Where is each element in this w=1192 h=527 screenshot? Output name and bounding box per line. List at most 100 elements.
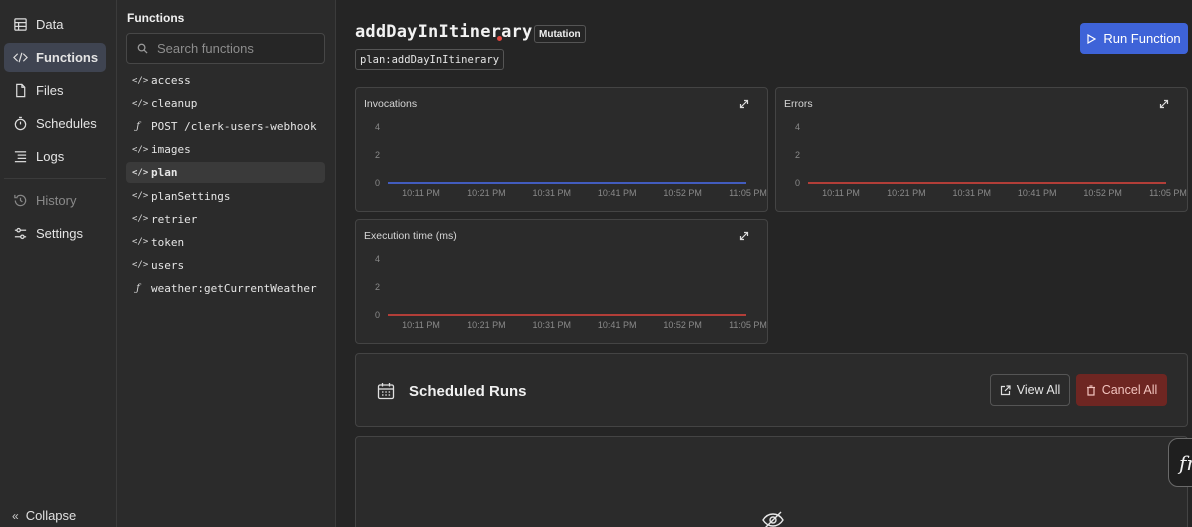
function-list-item[interactable]: ƒ weather:getCurrentWeather <box>126 278 325 299</box>
x-tick-label: 10:11 PM <box>402 320 440 330</box>
function-list-item-label: weather:getCurrentWeather <box>151 281 317 295</box>
nav-item-settings[interactable]: Settings <box>4 219 106 248</box>
sliders-icon <box>14 227 27 240</box>
y-tick-label: 4 <box>795 122 800 132</box>
code-icon: </> <box>132 167 149 178</box>
nav-item-files[interactable]: Files <box>4 76 106 105</box>
list-icon <box>14 151 27 163</box>
x-tick-label: 11:05 PM <box>729 188 767 198</box>
nav-item-label: Data <box>36 17 64 32</box>
functions-panel: Functions </>access</>cleanupƒPOST /cler… <box>117 0 336 527</box>
function-list-item[interactable]: </> plan <box>126 162 325 184</box>
function-list-item[interactable]: ƒ POST /clerk-users-webhook <box>126 116 325 137</box>
function-list-item[interactable]: </> cleanup <box>126 93 325 114</box>
function-list-item-label: images <box>151 143 191 157</box>
trash-icon <box>1086 384 1095 396</box>
function-name: addDayInItinerary <box>355 22 533 42</box>
run-function-label: Run Function <box>1103 31 1181 46</box>
errors-chart: 0 2 4 10:11 PM 10:21 PM 10:31 PM 10:41 PM 10:52… <box>795 122 1187 198</box>
x-tick-label: 10:41 PM <box>1018 188 1057 198</box>
function-list-item[interactable]: </> token <box>126 232 325 253</box>
y-tick-label: 4 <box>375 122 380 132</box>
function-list-item-label: POST /clerk-users-webhook <box>151 120 317 134</box>
expand-icon[interactable] <box>739 231 749 241</box>
history-icon <box>14 194 27 207</box>
x-tick-label: 10:21 PM <box>467 320 506 330</box>
code-icon: </> <box>132 237 149 248</box>
function-type-badge: Mutation <box>534 25 586 43</box>
nav-item-label: Logs <box>36 149 65 164</box>
y-tick-label: 0 <box>375 178 380 188</box>
x-tick-label: 10:52 PM <box>1083 188 1122 198</box>
x-tick-label: 10:11 PM <box>822 188 860 198</box>
nav-item-data[interactable]: Data <box>4 10 106 39</box>
expand-icon[interactable] <box>1159 99 1169 109</box>
cancel-all-button[interactable]: Cancel All <box>1076 374 1167 406</box>
function-list-item-label: token <box>151 235 185 249</box>
sidebar-nav: Data Functions Files Schedules Logs Hist… <box>0 0 117 527</box>
x-tick-label: 10:41 PM <box>598 320 637 330</box>
nav-item-history[interactable]: History <box>4 186 106 215</box>
file-icon <box>16 83 26 98</box>
search-box[interactable] <box>126 33 325 64</box>
view-all-label: View All <box>1016 383 1061 397</box>
function-list-item-label: users <box>151 258 185 272</box>
function-list-item[interactable]: </> retrier <box>126 209 325 230</box>
function-list-item-label: access <box>151 74 191 87</box>
nav-item-label: Schedules <box>36 116 97 131</box>
function-list-item-label: retrier <box>151 212 198 226</box>
y-tick-label: 2 <box>375 282 380 292</box>
x-tick-label: 10:21 PM <box>887 188 926 198</box>
nav-item-label: Settings <box>36 226 83 241</box>
collapse-label: Collapse <box>25 508 77 523</box>
scheduled-runs-card: Scheduled Runs View All Cancel All <box>355 353 1188 427</box>
function-list-item[interactable]: </> users <box>126 255 325 276</box>
x-tick-label: 10:52 PM <box>663 320 702 330</box>
cancel-all-label: Cancel All <box>1101 383 1158 397</box>
code-icon: </> <box>132 214 149 225</box>
code-icon: </> <box>132 144 149 155</box>
eye-off-icon <box>762 511 784 527</box>
table-icon <box>14 18 27 31</box>
scheduled-runs-title: Scheduled Runs <box>409 383 527 400</box>
collapse-button[interactable]: « Collapse <box>12 508 76 523</box>
code-icon: </> <box>132 191 149 201</box>
calendar-icon <box>377 383 395 400</box>
x-tick-label: 10:21 PM <box>467 188 506 198</box>
x-tick-label: 10:31 PM <box>533 320 572 330</box>
nav-item-label: Functions <box>36 50 99 65</box>
invocations-chart: 0 2 4 10:11 PM 10:21 PM 10:31 PM 10:41 PM 10:52… <box>375 122 767 198</box>
y-tick-label: 2 <box>795 150 800 160</box>
code-icon: </> <box>132 75 149 86</box>
search-input[interactable] <box>157 41 317 56</box>
y-tick-label: 0 <box>795 178 800 188</box>
code-icon <box>13 52 28 63</box>
nav-item-functions[interactable]: Functions <box>4 43 106 72</box>
x-tick-label: 10:11 PM <box>402 188 440 198</box>
nav-item-schedules[interactable]: Schedules <box>4 109 106 138</box>
function-path-badge[interactable]: plan:addDayInItinerary <box>355 49 505 70</box>
chevrons-left-icon: « <box>12 508 19 523</box>
y-tick-label: 0 <box>375 310 380 320</box>
code-icon: </> <box>132 98 149 109</box>
fn-floating-button[interactable]: fn <box>1168 438 1192 487</box>
execution-time-chart-card: 0 2 4 10:11 PM 10:21 PM 10:31 PM 10:41 PM 10:52… <box>355 219 768 344</box>
view-all-button[interactable]: View All <box>990 374 1070 406</box>
y-tick-label: 4 <box>375 254 380 264</box>
nav-item-logs[interactable]: Logs <box>4 142 106 171</box>
function-list-item-label: planSettings <box>151 189 231 203</box>
search-icon <box>137 43 148 54</box>
run-function-button[interactable]: Run Function <box>1080 23 1188 54</box>
function-list-item[interactable]: </> images <box>126 139 325 160</box>
fn-icon: ƒ <box>136 121 140 133</box>
function-list-item[interactable]: </> access <box>126 70 325 91</box>
play-icon <box>1087 33 1097 44</box>
nav-divider <box>4 178 106 179</box>
expand-icon[interactable] <box>739 99 749 109</box>
x-tick-label: 10:31 PM <box>953 188 992 198</box>
x-tick-label: 10:41 PM <box>598 188 637 198</box>
x-tick-label: 10:31 PM <box>533 188 572 198</box>
function-list-item[interactable]: </> planSettings <box>126 186 325 207</box>
x-tick-label: 10:52 PM <box>663 188 702 198</box>
invocations-chart-card: 0 2 4 10:11 PM 10:21 PM 10:31 PM 10:41 PM 10:52… <box>355 87 768 212</box>
